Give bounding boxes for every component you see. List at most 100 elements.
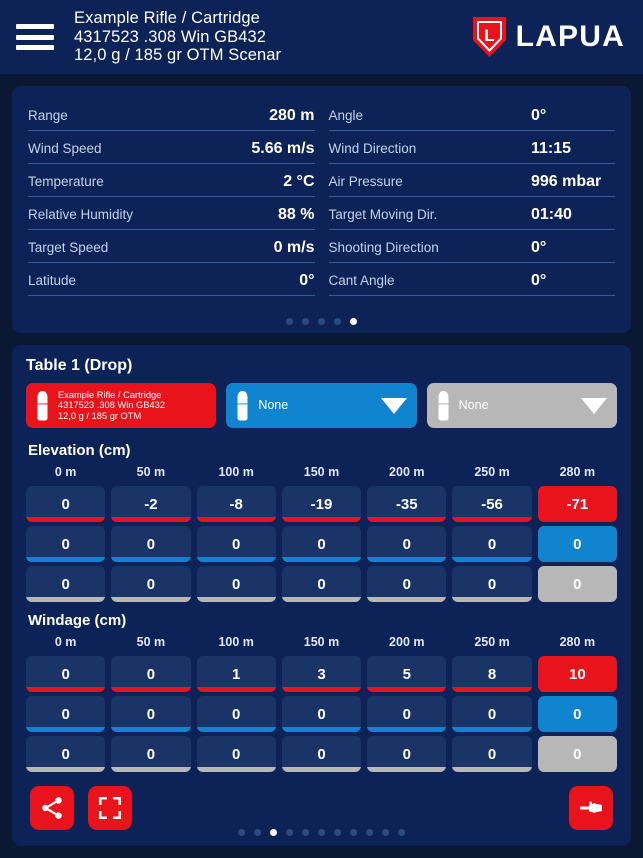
elevation-cell[interactable]: 0 — [281, 566, 362, 602]
cell-accent-bar — [281, 727, 362, 732]
elevation-cell[interactable]: 0 — [537, 566, 617, 602]
elevation-cell[interactable]: 0 — [452, 566, 532, 602]
elevation-cell[interactable]: 0 — [111, 566, 191, 602]
windage-cell[interactable]: 0 — [26, 736, 106, 772]
pager-dot[interactable] — [398, 829, 405, 836]
windage-cell[interactable]: 0 — [452, 736, 532, 772]
cell-value: 0 — [61, 705, 70, 723]
pager-dot[interactable] — [334, 829, 341, 836]
chevron-down-icon[interactable] — [380, 397, 407, 414]
elevation-cell[interactable]: 0 — [26, 526, 106, 562]
windage-cell[interactable]: 0 — [281, 736, 362, 772]
elevation-cell[interactable]: -56 — [452, 486, 532, 522]
pager-dot[interactable] — [302, 318, 309, 325]
windage-column-headers: 0 m 50 m 100 m 150 m 200 m 250 m 280 m — [26, 635, 617, 652]
pager-dot[interactable] — [286, 829, 293, 836]
param-label: Angle — [328, 108, 364, 123]
windage-cell[interactable]: 0 — [26, 696, 106, 732]
pager-dot[interactable] — [238, 829, 245, 836]
pager-dot[interactable] — [350, 829, 357, 836]
elevation-cell[interactable]: 0 — [452, 526, 532, 562]
windage-cell[interactable]: 3 — [281, 656, 362, 692]
param-target-speed[interactable]: Target Speed 0 m/s — [28, 230, 315, 263]
param-angle[interactable]: Angle 0° — [328, 98, 615, 131]
pager-dot[interactable] — [302, 829, 309, 836]
param-wind-speed[interactable]: Wind Speed 5.66 m/s — [28, 131, 315, 164]
param-target-moving-dir[interactable]: Target Moving Dir. 01:40 — [328, 197, 615, 230]
windage-cell[interactable]: 0 — [26, 656, 106, 692]
pager-dot[interactable] — [318, 318, 325, 325]
elevation-column-header: 200 m — [389, 465, 425, 479]
elevation-cell[interactable]: 0 — [537, 526, 617, 562]
elevation-cell[interactable]: 0 — [367, 526, 447, 562]
windage-cell[interactable]: 0 — [111, 656, 191, 692]
windage-column-header: 200 m — [389, 635, 425, 649]
windage-cell[interactable]: 0 — [111, 696, 191, 732]
hamburger-icon[interactable] — [16, 20, 56, 54]
param-latitude[interactable]: Latitude 0° — [28, 263, 315, 296]
param-relative-humidity[interactable]: Relative Humidity 88 % — [28, 197, 315, 230]
cell-value: 0 — [146, 535, 156, 553]
param-shooting-direction[interactable]: Shooting Direction 0° — [328, 230, 615, 263]
fullscreen-button[interactable] — [88, 786, 132, 830]
cell-value: 0 — [146, 745, 156, 763]
elevation-cell[interactable]: 0 — [367, 566, 447, 602]
pager-dot[interactable] — [254, 829, 261, 836]
elevation-cell[interactable]: -2 — [111, 486, 191, 522]
elevation-cell[interactable]: 0 — [26, 566, 106, 602]
windage-cell[interactable]: 0 — [196, 696, 276, 732]
param-range[interactable]: Range 280 m — [28, 98, 315, 131]
windage-cell[interactable]: 0 — [111, 736, 191, 772]
windage-cell[interactable]: 0 — [196, 736, 276, 772]
elevation-cell[interactable]: 0 — [196, 566, 276, 602]
param-label: Cant Angle — [328, 273, 395, 288]
windage-column-header: 150 m — [303, 635, 340, 649]
windage-cell[interactable]: 10 — [537, 656, 617, 692]
param-value: 5.66 m/s — [251, 140, 315, 157]
pager-dot[interactable] — [382, 829, 389, 836]
cell-value: 0 — [146, 705, 156, 723]
cell-accent-bar — [196, 727, 276, 732]
cell-value: 0 — [146, 665, 156, 683]
windage-cell[interactable]: 0 — [452, 696, 532, 732]
parameters-pager[interactable] — [12, 318, 631, 333]
param-temperature[interactable]: Temperature 2 °C — [28, 164, 315, 197]
cartridge-icon — [438, 390, 449, 420]
param-wind-direction[interactable]: Wind Direction 11:15 — [328, 131, 615, 164]
elevation-cell[interactable]: -8 — [196, 486, 276, 522]
pager-dot[interactable] — [334, 318, 341, 325]
elevation-cell[interactable]: 0 — [111, 526, 191, 562]
share-button[interactable] — [30, 786, 74, 830]
chevron-down-icon[interactable] — [580, 397, 607, 414]
elevation-cell[interactable]: 0 — [26, 486, 106, 522]
scope-button[interactable] — [569, 786, 613, 830]
pager-dot[interactable] — [270, 829, 277, 836]
elevation-cell[interactable]: -19 — [281, 486, 362, 522]
pager-dot[interactable] — [286, 318, 293, 325]
windage-row: 0 0 1 3 5 8 10 — [26, 656, 617, 692]
pager-dot[interactable] — [366, 829, 373, 836]
elevation-cell[interactable]: 0 — [281, 526, 362, 562]
windage-cell[interactable]: 1 — [196, 656, 276, 692]
cartridge-selector-2[interactable]: None — [226, 383, 417, 428]
pager-dot[interactable] — [318, 829, 325, 836]
param-air-pressure[interactable]: Air Pressure 996 mbar — [328, 164, 615, 197]
cell-value: 0 — [487, 575, 497, 593]
windage-cell[interactable]: 8 — [452, 656, 532, 692]
elevation-cell[interactable]: -35 — [367, 486, 447, 522]
windage-rows: 0 0 1 3 5 8 10 0 0 0 0 0 0 0 0 0 0 0 0 0 0 — [26, 656, 617, 772]
bottom-pager[interactable] — [26, 829, 617, 836]
elevation-cell[interactable]: 0 — [196, 526, 276, 562]
elevation-cell[interactable]: -71 — [537, 486, 617, 522]
cartridge-selector-3[interactable]: None — [426, 383, 617, 428]
cell-accent-bar — [196, 517, 276, 522]
windage-cell[interactable]: 0 — [281, 696, 362, 732]
windage-cell[interactable]: 5 — [367, 656, 447, 692]
pager-dot[interactable] — [350, 318, 357, 325]
windage-cell[interactable]: 0 — [537, 696, 617, 732]
windage-cell[interactable]: 0 — [367, 696, 447, 732]
windage-cell[interactable]: 0 — [367, 736, 447, 772]
windage-cell[interactable]: 0 — [537, 736, 617, 772]
cartridge-selector-1[interactable]: Example Rifle / Cartridge 4317523 .308 W… — [26, 383, 217, 428]
param-cant-angle[interactable]: Cant Angle 0° — [328, 263, 615, 296]
